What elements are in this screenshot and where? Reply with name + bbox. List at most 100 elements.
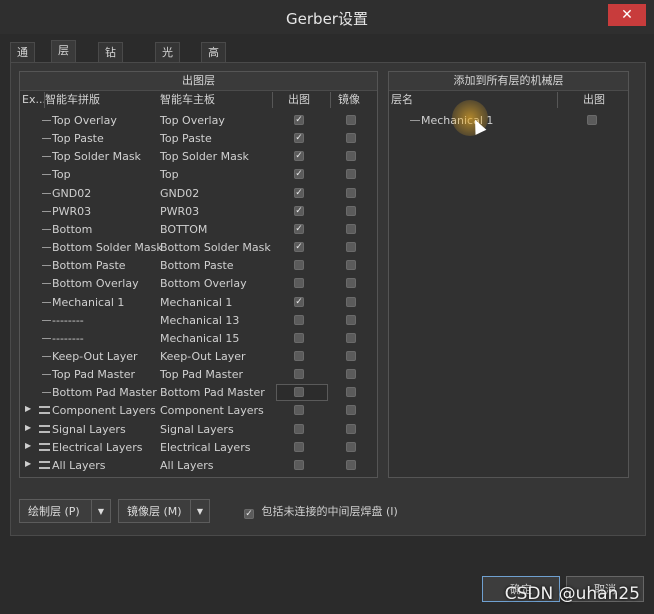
column-layer-name[interactable]: 层名 <box>391 92 511 108</box>
mirror-checkbox[interactable] <box>346 151 356 162</box>
layer-stack-icon <box>39 460 50 469</box>
expand-arrow-icon[interactable]: ▶ <box>25 459 31 468</box>
tab-general[interactable]: 通用 <box>10 42 35 78</box>
plot-checkbox[interactable] <box>294 369 304 380</box>
list-item[interactable]: Mechanical 1 <box>389 112 628 130</box>
mirror-checkbox[interactable] <box>346 260 356 271</box>
table-row[interactable]: ▶ All Layers All Layers <box>20 457 377 475</box>
layer-stack-icon <box>39 442 50 451</box>
layer-name: Top Pad Master <box>52 368 135 382</box>
plot-checkbox[interactable]: ✓ <box>294 169 304 180</box>
mirror-checkbox[interactable] <box>346 187 356 198</box>
plot-checkbox[interactable] <box>294 405 304 416</box>
layer-name: Keep-Out Layer <box>52 349 138 363</box>
board-layer-name: Mechanical 1 <box>160 295 233 309</box>
plot-checkbox[interactable]: ✓ <box>294 242 304 253</box>
mirror-checkbox[interactable] <box>346 169 356 180</box>
table-row[interactable]: Top Paste Top Paste ✓ <box>20 130 377 148</box>
mirror-checkbox[interactable] <box>346 223 356 234</box>
board-layer-name: Mechanical 13 <box>160 313 240 327</box>
column-panel-name[interactable]: 智能车拼版 <box>45 92 155 108</box>
table-row[interactable]: Bottom Overlay Bottom Overlay <box>20 275 377 293</box>
mirror-checkbox[interactable] <box>346 205 356 216</box>
mirror-checkbox[interactable] <box>346 278 356 289</box>
table-row[interactable]: Top Top ✓ <box>20 166 377 184</box>
plot-layers-group: 出图层 Ex... 智能车拼版 智能车主板 出图 镜像 Top Overlay T… <box>19 71 378 478</box>
mirror-checkbox[interactable] <box>346 332 356 343</box>
layer-name: Bottom Paste <box>52 259 126 273</box>
expand-arrow-icon[interactable]: ▶ <box>25 404 31 413</box>
close-icon[interactable]: ✕ <box>608 4 646 26</box>
mirror-checkbox[interactable] <box>346 296 356 307</box>
plot-checkbox[interactable]: ✓ <box>294 205 304 216</box>
mirror-checkbox[interactable] <box>346 242 356 253</box>
mirror-checkbox[interactable] <box>346 405 356 416</box>
expand-arrow-icon[interactable]: ▶ <box>25 441 31 450</box>
mirror-checkbox[interactable] <box>346 423 356 434</box>
plot-checkbox[interactable]: ✓ <box>294 115 304 125</box>
plot-checkbox[interactable] <box>294 350 304 361</box>
column-mirror[interactable]: 镜像 <box>338 92 374 108</box>
layer-name: Signal Layers <box>52 422 126 436</box>
tab-advanced[interactable]: 高级 <box>201 42 226 78</box>
plot-checkbox[interactable] <box>294 314 304 325</box>
mechanical-layer-plot-checkbox[interactable] <box>587 115 597 125</box>
table-row[interactable]: Mechanical 1 Mechanical 1 ✓ <box>20 294 377 312</box>
mirror-layers-dropdown-button[interactable]: 镜像层 (M) ▼ <box>118 499 210 523</box>
table-row[interactable]: Keep-Out Layer Keep-Out Layer <box>20 348 377 366</box>
plot-layers-dropdown-button[interactable]: 绘制层 (P) ▼ <box>19 499 111 523</box>
table-row[interactable]: -------- Mechanical 15 <box>20 330 377 348</box>
table-row[interactable]: ▶ Signal Layers Signal Layers <box>20 421 377 439</box>
plot-checkbox[interactable]: ✓ <box>294 223 304 234</box>
table-row[interactable]: PWR03 PWR03 ✓ <box>20 203 377 221</box>
plot-checkbox[interactable] <box>294 423 304 434</box>
board-layer-name: Mechanical 15 <box>160 331 240 345</box>
table-row[interactable]: Bottom Pad Master Bottom Pad Master <box>20 384 377 402</box>
table-row[interactable]: ▶ Electrical Layers Electrical Layers <box>20 439 377 457</box>
board-layer-name: Component Layers <box>160 404 264 418</box>
mirror-checkbox[interactable] <box>346 441 356 452</box>
table-row[interactable]: -------- Mechanical 13 <box>20 312 377 330</box>
table-row[interactable]: Top Solder Mask Top Solder Mask ✓ <box>20 148 377 166</box>
board-layer-name: Top Overlay <box>160 114 225 127</box>
column-mech-plot[interactable]: 出图 <box>583 92 623 108</box>
chevron-down-icon: ▼ <box>190 500 209 522</box>
plot-checkbox[interactable] <box>294 278 304 289</box>
table-row[interactable]: Top Pad Master Top Pad Master <box>20 366 377 384</box>
table-row[interactable]: Bottom Solder Mask Bottom Solder Mask ✓ <box>20 239 377 257</box>
tab-drill-drawing[interactable]: 钻孔图层 <box>98 42 123 116</box>
mirror-checkbox[interactable] <box>346 314 356 325</box>
layer-name: Bottom Solder Mask <box>52 241 163 255</box>
table-row[interactable]: Top Overlay Top Overlay ✓ <box>20 112 377 130</box>
column-plot[interactable]: 出图 <box>288 92 328 108</box>
mirror-checkbox[interactable] <box>346 369 356 380</box>
plot-checkbox[interactable] <box>294 332 304 343</box>
plot-checkbox[interactable] <box>294 387 304 398</box>
table-row[interactable]: ▶ Component Layers Component Layers <box>20 402 377 420</box>
layer-name: Top Overlay <box>52 114 117 127</box>
plot-checkbox[interactable]: ✓ <box>294 187 304 198</box>
plot-checkbox[interactable]: ✓ <box>294 133 304 144</box>
tab-layers[interactable]: 层 <box>51 40 76 63</box>
include-unconnected-pads[interactable]: ✓ 包括未连接的中间层焊盘 (I) <box>244 503 398 519</box>
column-ex[interactable]: Ex... <box>22 92 44 108</box>
table-row[interactable]: GND02 GND02 ✓ <box>20 185 377 203</box>
expand-arrow-icon[interactable]: ▶ <box>25 423 31 432</box>
table-row[interactable]: Bottom Paste Bottom Paste <box>20 257 377 275</box>
include-unconnected-checkbox[interactable]: ✓ <box>244 509 254 519</box>
plot-checkbox[interactable] <box>294 459 304 470</box>
plot-checkbox[interactable]: ✓ <box>294 151 304 162</box>
plot-checkbox[interactable] <box>294 260 304 271</box>
table-row[interactable]: Bottom BOTTOM ✓ <box>20 221 377 239</box>
mirror-checkbox[interactable] <box>346 133 356 144</box>
board-layer-name: Signal Layers <box>160 422 234 436</box>
mirror-checkbox[interactable] <box>346 387 356 398</box>
layer-name: Electrical Layers <box>52 440 143 454</box>
mirror-checkbox[interactable] <box>346 459 356 470</box>
mirror-checkbox[interactable] <box>346 115 356 125</box>
plot-checkbox[interactable]: ✓ <box>294 296 304 307</box>
mirror-checkbox[interactable] <box>346 350 356 361</box>
tab-apertures[interactable]: 光圈 <box>155 42 180 78</box>
plot-checkbox[interactable] <box>294 441 304 452</box>
column-board-name[interactable]: 智能车主板 <box>160 92 270 108</box>
